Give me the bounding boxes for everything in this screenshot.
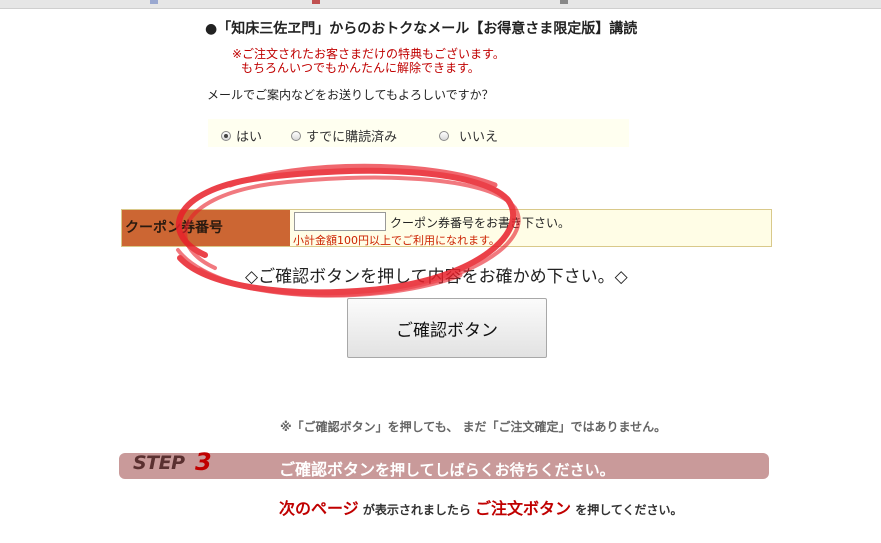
radio-option-no[interactable]: いいえ (439, 126, 498, 145)
newsletter-notice: ※ご注文されたお客さまだけの特典もございます。 もちろんいつでもかんたんに解除で… (232, 47, 505, 75)
radio-button-icon[interactable] (439, 130, 449, 141)
next-page-text: が表示されましたら (358, 503, 476, 517)
newsletter-title: ●「知床三佐ヱ門」からのおトクなメール【お得意さま限定版】講読 (205, 21, 638, 37)
notice-line: もちろんいつでもかんたんに解除できます。 (241, 61, 480, 75)
next-page-instruction: 次のページ が表示されましたら ご注文ボタン を押してください。 (279, 495, 683, 519)
radio-option-already-subscribed[interactable]: すでに購読済み (291, 126, 397, 145)
browser-top-edge (0, 0, 881, 9)
top-edge-mark (312, 0, 320, 4)
confirm-button[interactable]: ご確認ボタン (347, 298, 547, 358)
newsletter-question: メールでご案内などをお送りしてもよろしいですか？ (207, 88, 494, 102)
coupon-number-input[interactable] (294, 212, 386, 231)
confirm-instruction: ◇ご確認ボタンを押して内容をお確かめ下さい。◇ (245, 267, 628, 287)
top-edge-mark (560, 0, 568, 4)
step-label: STEP (133, 452, 185, 474)
coupon-hint: クーポン券番号をお書き下さい。 (390, 216, 571, 230)
step-message-rest: を押してしばらくお待ちください。 (375, 461, 615, 479)
coupon-note: 小計金額100円以上でご利用になれます。 (293, 234, 500, 247)
radio-option-label: すでに購読済み (306, 130, 398, 145)
step-banner: STEP 3 ご確認ボタンを押してしばらくお待ちください。 (119, 448, 769, 480)
step-number: 3 (195, 448, 212, 476)
order-button-emphasis: ご注文ボタン (475, 499, 572, 518)
radio-option-yes[interactable]: はい (221, 126, 262, 145)
coupon-row: クーポン券番号 クーポン券番号をお書き下さい。 小計金額100円以上でご利用にな… (121, 209, 772, 247)
radio-button-checked-icon[interactable] (221, 130, 231, 141)
next-page-text: を押してください。 (571, 503, 683, 517)
radio-option-label: いいえ (459, 130, 499, 145)
step-message: ご確認ボタンを押してしばらくお待ちください。 (279, 456, 615, 480)
notice-line: ※ご注文されたお客さまだけの特典もございます。 (232, 47, 505, 61)
disclaimer-note: ※「ご確認ボタン」を押しても、 まだ「ご注文確定」ではありません。 (280, 420, 667, 434)
top-edge-mark (150, 0, 158, 4)
newsletter-radio-group: はい すでに購読済み いいえ (208, 119, 629, 147)
radio-option-label: はい (236, 130, 263, 145)
radio-button-icon[interactable] (291, 130, 301, 141)
next-page-emphasis: 次のページ (279, 499, 359, 518)
step-message-button-name: ご確認ボタン (279, 460, 376, 479)
coupon-label: クーポン券番号 (122, 210, 290, 246)
